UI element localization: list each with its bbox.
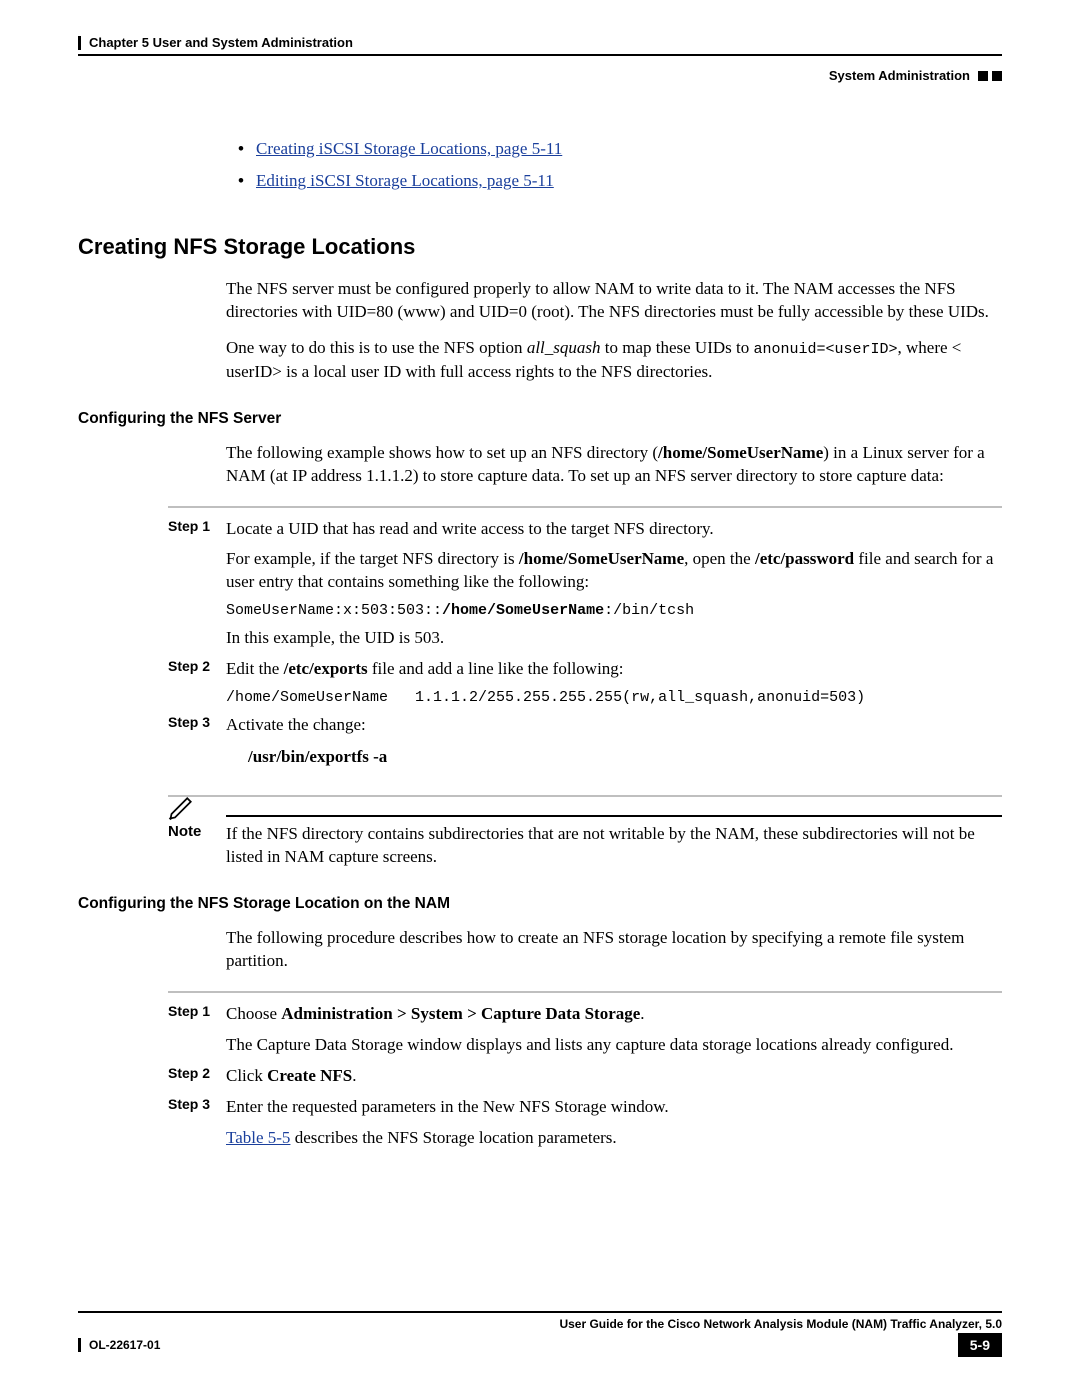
step: Step 1 Locate a UID that has read and wr… (78, 518, 1002, 541)
square-icon (978, 71, 988, 81)
note-text: If the NFS directory contains subdirecto… (226, 823, 1002, 869)
steps-divider (168, 991, 1002, 993)
paragraph: One way to do this is to use the NFS opt… (226, 337, 1002, 383)
step-body: Activate the change: (226, 714, 1002, 737)
section-header: System Administration (78, 68, 1002, 83)
xref-link[interactable]: Editing iSCSI Storage Locations, page 5-… (256, 165, 554, 197)
note-rule (226, 815, 1002, 817)
note-label: Note (168, 823, 226, 869)
step-body: Enter the requested parameters in the Ne… (226, 1096, 1002, 1119)
footer-rule (78, 1311, 1002, 1313)
step-body: Edit the /etc/exports file and add a lin… (226, 658, 1002, 681)
step-follow: In this example, the UID is 503. (226, 627, 1002, 650)
running-header: Chapter 5 User and System Administration (78, 30, 1002, 50)
heading-2: Creating NFS Storage Locations (78, 234, 1002, 260)
step: Step 2 Edit the /etc/exports file and ad… (78, 658, 1002, 681)
guide-title: User Guide for the Cisco Network Analysi… (78, 1317, 1002, 1331)
step: Step 3 Activate the change: (78, 714, 1002, 737)
square-icon (992, 71, 1002, 81)
chapter-label: Chapter 5 User and System Administration (89, 35, 353, 50)
code-block: SomeUserName:x:503:503::/home/SomeUserNa… (226, 602, 1002, 619)
header-rule-icon (78, 36, 81, 50)
page: Chapter 5 User and System Administration… (0, 0, 1080, 1397)
step-label: Step 3 (168, 1096, 226, 1119)
step-body: Locate a UID that has read and write acc… (226, 518, 1002, 541)
step-body: Choose Administration > System > Capture… (226, 1003, 1002, 1026)
step: Step 1 Choose Administration > System > … (78, 1003, 1002, 1026)
command: /usr/bin/exportfs -a (248, 747, 1002, 767)
step-body: Click Create NFS. (226, 1065, 1002, 1088)
pencil-icon (168, 793, 196, 826)
note-block: Note If the NFS directory contains subdi… (168, 815, 1002, 869)
content: • Creating iSCSI Storage Locations, page… (78, 133, 1002, 1150)
steps-divider (168, 795, 1002, 797)
step-label: Step 1 (168, 518, 226, 541)
steps-divider (168, 506, 1002, 508)
bullet-icon: • (238, 133, 256, 165)
bullet-icon: • (238, 165, 256, 197)
step-label: Step 2 (168, 1065, 226, 1088)
code-block: /home/SomeUserName 1.1.1.2/255.255.255.2… (226, 689, 1002, 706)
step-label: Step 1 (168, 1003, 226, 1026)
section-title: System Administration (829, 68, 970, 83)
heading-3: Configuring the NFS Server (78, 410, 1002, 428)
bullet-list: • Creating iSCSI Storage Locations, page… (238, 133, 1002, 198)
xref-link[interactable]: Creating iSCSI Storage Locations, page 5… (256, 133, 562, 165)
step-follow: Table 5-5 describes the NFS Storage loca… (226, 1127, 1002, 1150)
bullet-item: • Creating iSCSI Storage Locations, page… (238, 133, 1002, 165)
page-number: 5-9 (958, 1333, 1002, 1357)
paragraph: The following example shows how to set u… (226, 442, 1002, 488)
step: Step 2 Click Create NFS. (78, 1065, 1002, 1088)
paragraph: The NFS server must be configured proper… (226, 278, 1002, 324)
paragraph: The following procedure describes how to… (226, 927, 1002, 973)
footer-rule-icon (78, 1338, 81, 1352)
bullet-item: • Editing iSCSI Storage Locations, page … (238, 165, 1002, 197)
header-rule (78, 54, 1002, 56)
step-follow: For example, if the target NFS directory… (226, 548, 1002, 594)
footer: User Guide for the Cisco Network Analysi… (78, 1311, 1002, 1357)
doc-id: OL-22617-01 (78, 1338, 160, 1352)
step-follow: The Capture Data Storage window displays… (226, 1034, 1002, 1057)
step-label: Step 3 (168, 714, 226, 737)
step: Step 3 Enter the requested parameters in… (78, 1096, 1002, 1119)
step-label: Step 2 (168, 658, 226, 681)
heading-3: Configuring the NFS Storage Location on … (78, 895, 1002, 913)
xref-link[interactable]: Table 5-5 (226, 1128, 290, 1147)
